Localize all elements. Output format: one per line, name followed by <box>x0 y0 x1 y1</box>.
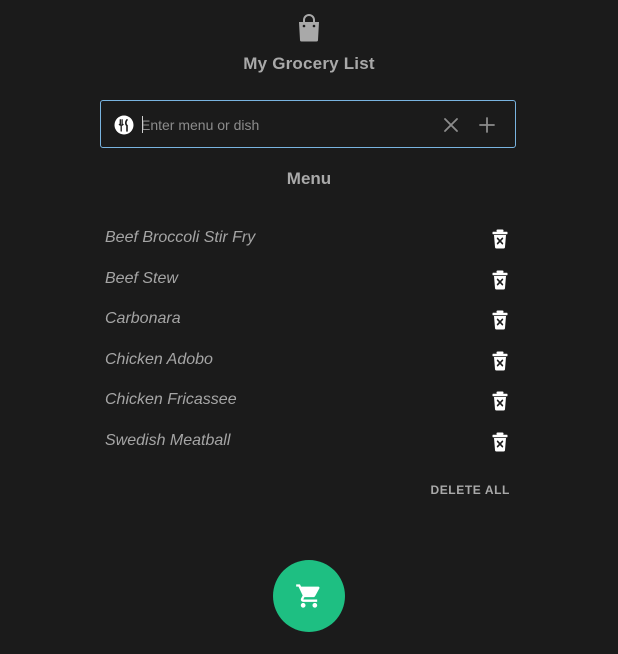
delete-icon[interactable] <box>491 432 509 452</box>
menu-item-label: Carbonara <box>105 310 181 327</box>
delete-icon[interactable] <box>491 391 509 411</box>
delete-all-button[interactable]: DELETE ALL <box>420 483 510 497</box>
menu-item: Beef Stew <box>105 260 513 301</box>
menu-item: Chicken Fricassee <box>105 381 513 422</box>
shopping-bag-icon <box>299 14 319 42</box>
menu-list: Beef Broccoli Stir Fry Beef Stew Carbona… <box>105 219 513 462</box>
menu-item-label: Beef Broccoli Stir Fry <box>105 229 256 246</box>
shopping-cart-button[interactable] <box>273 560 345 632</box>
menu-item-label: Beef Stew <box>105 269 178 287</box>
plus-icon[interactable] <box>477 115 497 135</box>
grocery-list-app: My Grocery List Menu Beef Broccoli Stir … <box>0 0 618 654</box>
delete-icon[interactable] <box>491 351 509 371</box>
dish-icon <box>114 115 134 135</box>
menu-item-label: Chicken Adobo <box>105 350 213 368</box>
menu-item-label: Chicken Fricassee <box>105 391 237 408</box>
dish-input[interactable] <box>141 113 421 137</box>
menu-item: Beef Broccoli Stir Fry <box>105 219 513 260</box>
shopping-cart-icon <box>296 584 320 608</box>
menu-item: Swedish Meatball <box>105 422 513 463</box>
text-cursor <box>142 116 143 133</box>
delete-icon[interactable] <box>491 270 509 290</box>
menu-item: Carbonara <box>105 300 513 341</box>
dish-input-box[interactable] <box>100 100 516 148</box>
delete-icon[interactable] <box>491 310 509 330</box>
close-icon[interactable] <box>441 115 461 135</box>
page-title: My Grocery List <box>243 54 375 73</box>
menu-item-label: Swedish Meatball <box>105 431 231 449</box>
menu-item: Chicken Adobo <box>105 341 513 382</box>
delete-icon[interactable] <box>491 229 509 249</box>
menu-heading: Menu <box>286 169 332 188</box>
